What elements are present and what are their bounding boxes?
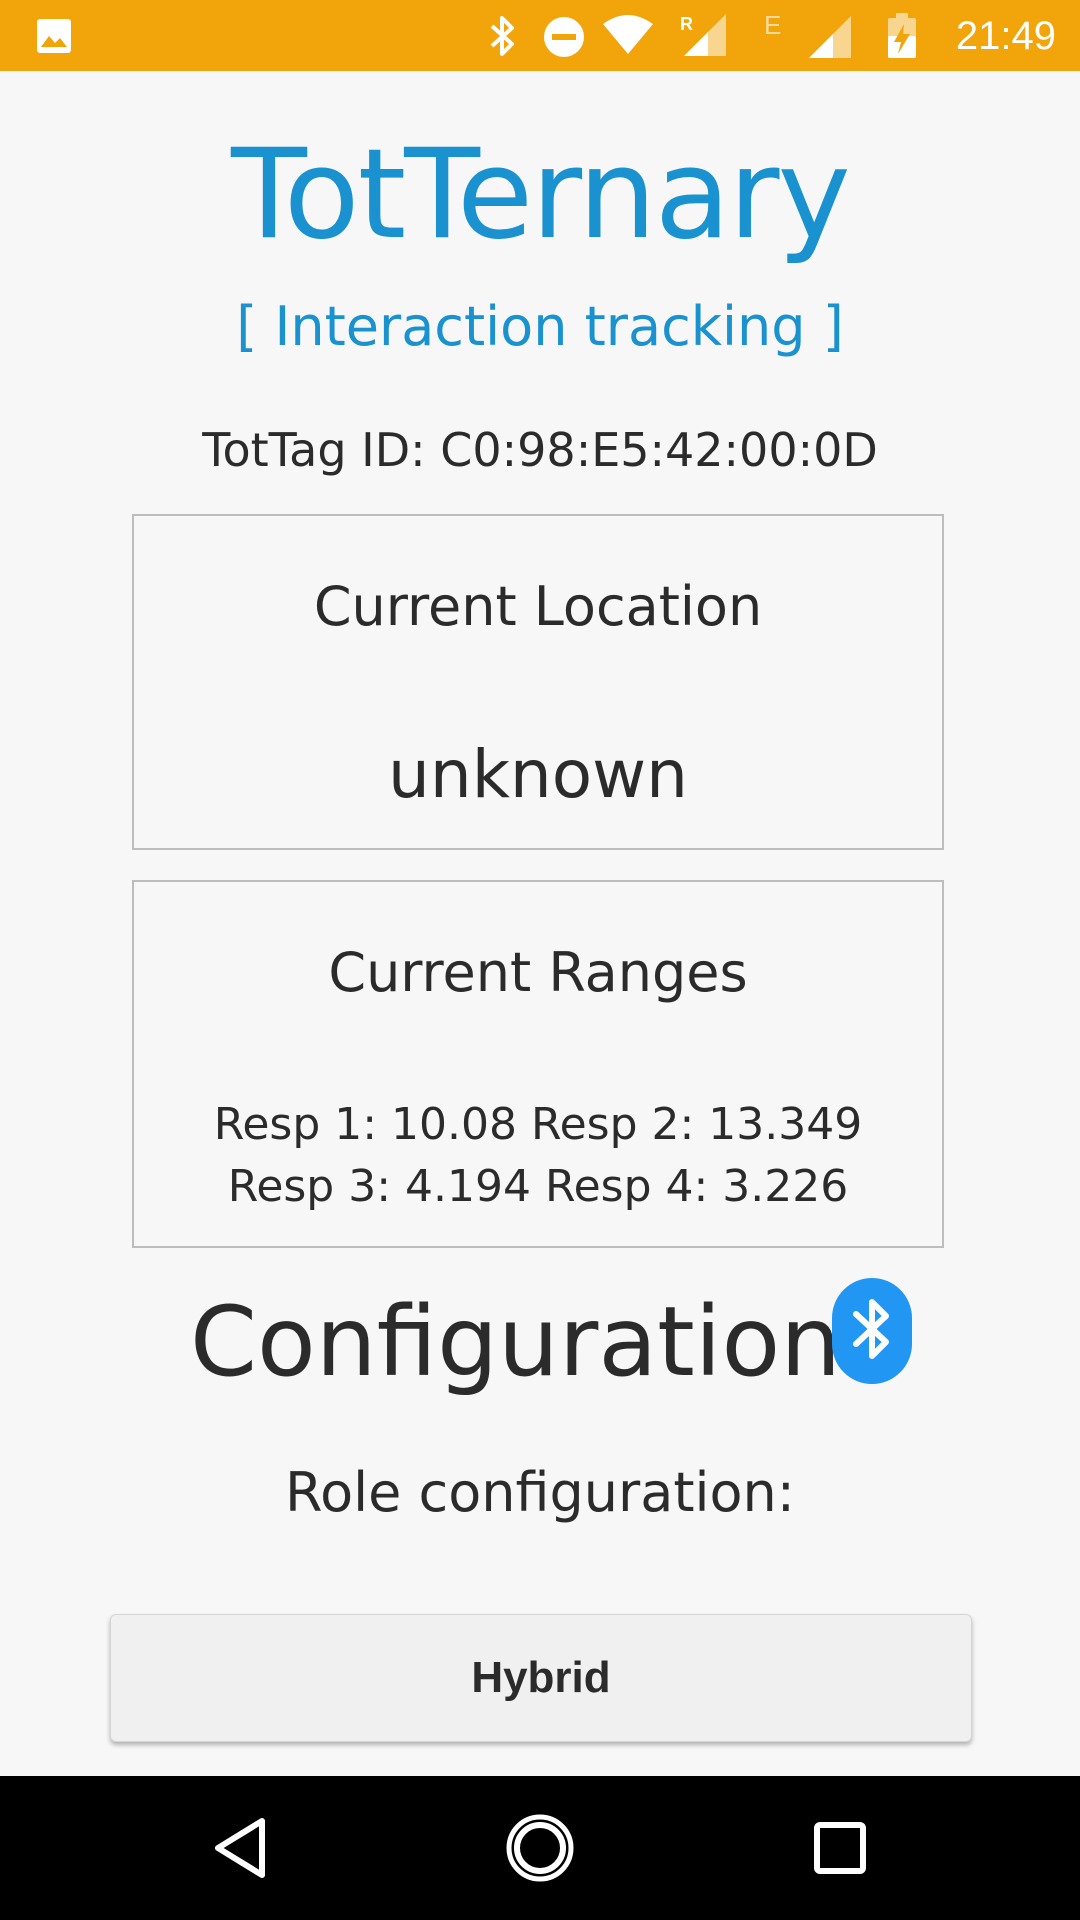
do-not-disturb-icon: [543, 16, 585, 63]
network-label: E: [764, 10, 781, 40]
status-time: 21:49: [955, 14, 1056, 58]
configuration-title: Configuration: [190, 1286, 842, 1398]
network-type-label: E: [760, 8, 790, 53]
gallery-icon: [36, 18, 72, 59]
wifi-icon: [601, 14, 655, 61]
app-title: TotTernary: [231, 123, 851, 267]
tottag-id: TotTag ID: C0:98:E5:42:00:0D: [202, 423, 878, 477]
bluetooth-icon: [486, 12, 520, 65]
role-configuration-label: Role configuration:: [285, 1461, 795, 1524]
home-button[interactable]: [450, 1776, 630, 1920]
back-button[interactable]: [150, 1776, 330, 1920]
current-ranges-panel: Current Ranges Resp 1: 10.08 Resp 2: 13.…: [132, 880, 944, 1248]
roaming-label: R: [680, 14, 693, 34]
current-location-value: unknown: [388, 736, 688, 813]
current-location-heading: Current Location: [313, 575, 763, 638]
navigation-bar: [0, 1776, 1080, 1920]
status-bar: R E 21:49: [0, 0, 1080, 71]
app-subtitle: [ Interaction tracking ]: [236, 295, 844, 358]
cell-signal-edge-icon: [807, 14, 855, 65]
current-ranges-heading: Current Ranges: [328, 941, 748, 1004]
role-select-button[interactable]: Hybrid: [110, 1614, 972, 1742]
bluetooth-button[interactable]: [832, 1278, 912, 1384]
current-ranges-value: Resp 1: 10.08 Resp 2: 13.349 Resp 3: 4.1…: [213, 1099, 863, 1212]
current-location-panel: Current Location unknown: [132, 514, 944, 850]
recent-apps-button[interactable]: [750, 1776, 930, 1920]
bluetooth-icon: [850, 1294, 894, 1369]
battery-charging-icon: [886, 12, 918, 65]
cell-signal-roaming-icon: R: [680, 10, 730, 65]
